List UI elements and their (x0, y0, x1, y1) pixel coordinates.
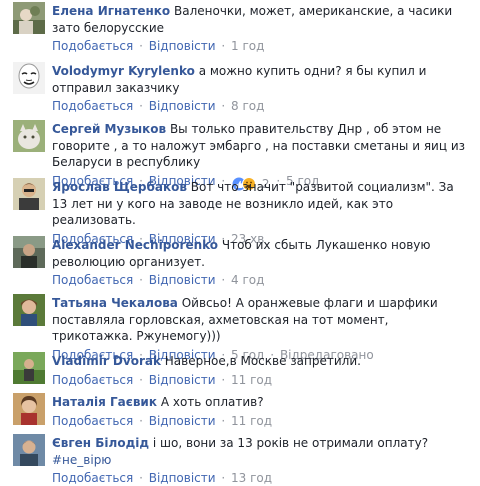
reply-link[interactable]: Відповісти (149, 273, 216, 287)
separator: · (139, 273, 143, 287)
like-link[interactable]: Подобається (52, 39, 133, 53)
reply-link[interactable]: Відповісти (149, 99, 216, 113)
timestamp[interactable]: 1 год (231, 39, 264, 53)
avatar[interactable] (13, 236, 45, 268)
hashtag-link[interactable]: #не_вірю (52, 453, 111, 467)
avatar[interactable] (13, 120, 45, 152)
comment-author[interactable]: Ярослав Щербаков (52, 180, 187, 194)
like-link[interactable]: Подобається (52, 373, 133, 387)
separator: · (221, 372, 226, 387)
comment-author[interactable]: Євген Білодід (52, 436, 149, 450)
separator: · (139, 99, 143, 113)
comment-actions: Подобається · Відповісти · 11 год (52, 413, 472, 429)
timestamp[interactable]: 11 год (231, 414, 272, 428)
separator: · (139, 471, 143, 485)
reply-link[interactable]: Відповісти (149, 373, 216, 387)
comment-actions: Подобається · Відповісти · 11 год (52, 372, 472, 388)
comment-author[interactable]: Сергей Музыков (52, 122, 166, 136)
reply-link[interactable]: Відповісти (149, 471, 216, 485)
comment-author[interactable]: Vladimir Dvorak (52, 354, 161, 368)
comment-actions: Подобається · Відповісти · 13 год (52, 470, 472, 486)
comment-author[interactable]: Alexander Nechiporenko (52, 238, 218, 252)
comment-author[interactable]: Volodymyr Kyrylenko (52, 64, 195, 78)
avatar[interactable] (13, 294, 45, 326)
reply-link[interactable]: Відповісти (149, 414, 216, 428)
separator: · (221, 39, 226, 53)
separator: · (139, 413, 143, 428)
comment-actions: Подобається · Відповісти · 4 год (52, 272, 472, 288)
timestamp[interactable]: 13 год (231, 471, 272, 485)
comment-actions: Подобається · Відповісти · 1 год (52, 38, 472, 54)
comment-text-content: і шо, вони за 13 років не отримали оплат… (152, 436, 429, 450)
separator: · (139, 39, 143, 53)
separator: · (221, 413, 226, 428)
avatar[interactable] (13, 352, 45, 384)
like-link[interactable]: Подобається (52, 414, 133, 428)
like-link[interactable]: Подобається (52, 471, 133, 485)
comment-author[interactable]: Елена Игнатенко (52, 4, 170, 18)
reply-link[interactable]: Відповісти (149, 39, 216, 53)
separator: · (221, 273, 226, 287)
avatar[interactable] (13, 393, 45, 425)
avatar[interactable] (13, 62, 45, 94)
avatar[interactable] (13, 434, 45, 466)
comment-thread: Елена Игнатенко Валеночки, может, америк… (0, 0, 480, 485)
like-link[interactable]: Подобається (52, 99, 133, 113)
comment-text: А хоть оплатив? (160, 395, 264, 409)
timestamp[interactable]: 4 год (231, 273, 264, 287)
comment-text: Наверное,в Москве запретили. (164, 354, 361, 368)
separator: · (221, 471, 226, 485)
comment-author[interactable]: Наталія Гаєвик (52, 395, 157, 409)
avatar[interactable] (13, 2, 45, 34)
timestamp[interactable]: 11 год (231, 373, 272, 387)
separator: · (221, 99, 226, 113)
avatar[interactable] (13, 178, 45, 210)
like-link[interactable]: Подобається (52, 273, 133, 287)
comment-author[interactable]: Татьяна Чекалова (52, 296, 178, 310)
separator: · (139, 372, 143, 387)
comment-actions: Подобається · Відповісти · 8 год (52, 98, 472, 114)
timestamp[interactable]: 8 год (231, 99, 264, 113)
